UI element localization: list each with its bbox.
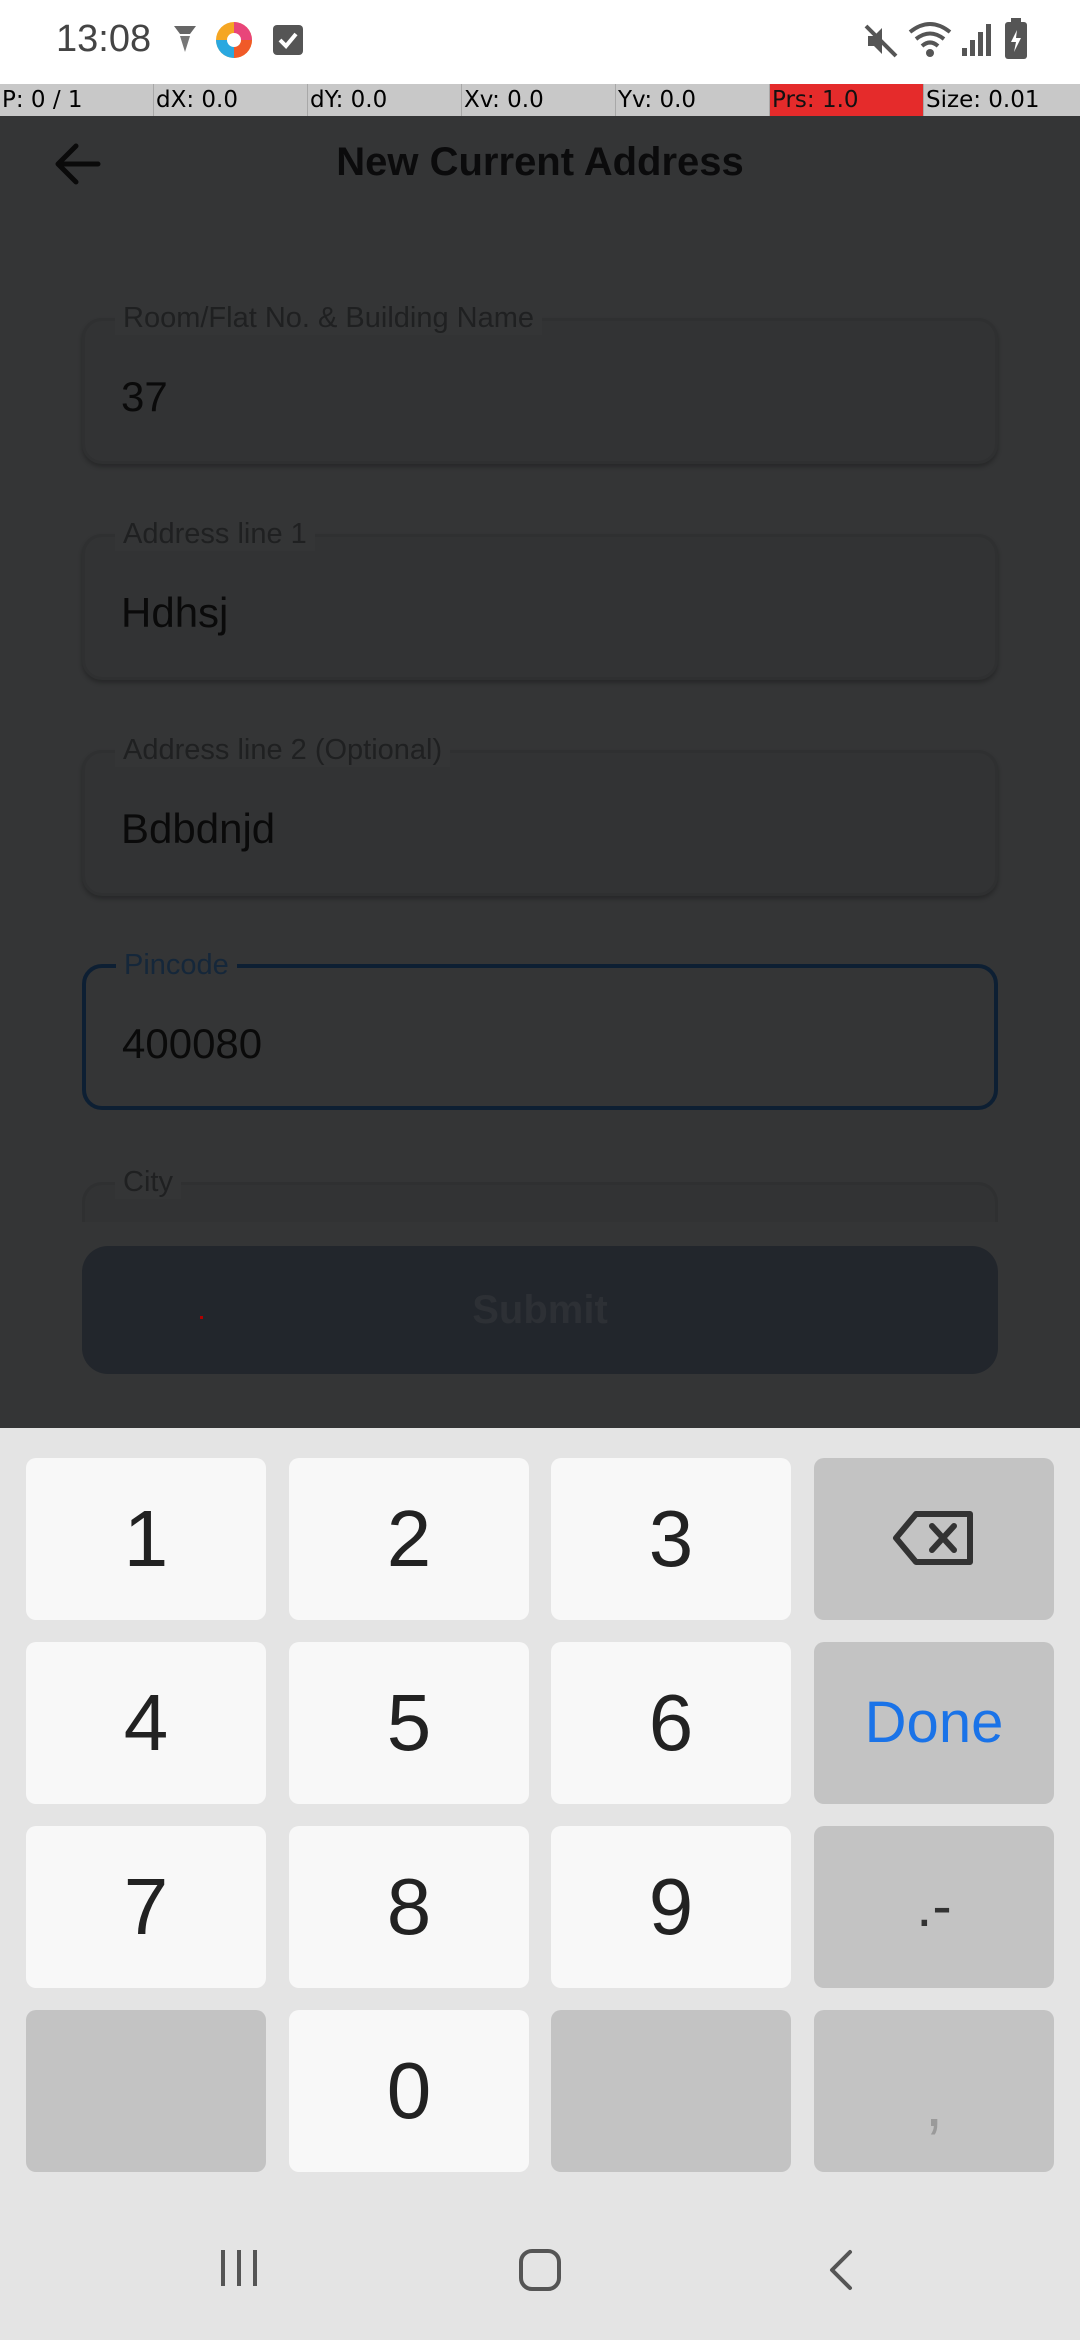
recent-apps-icon[interactable]: [218, 2248, 260, 2288]
pointer-size: Size: 0.01: [923, 84, 1080, 116]
city-label: City: [115, 1165, 181, 1199]
pointer-yv: Yv: 0.0: [615, 84, 769, 116]
backspace-icon: [893, 1511, 973, 1565]
drone-icon: [174, 26, 196, 52]
key-2[interactable]: 2: [289, 1458, 529, 1620]
building-field-value[interactable]: 37: [121, 373, 168, 421]
touch-indicator: [200, 1316, 203, 1319]
address-line2-value[interactable]: Bdbdnjd: [121, 805, 275, 853]
key-7[interactable]: 7: [26, 1826, 266, 1988]
wifi-icon: [908, 22, 952, 57]
color-wheel-icon: [216, 22, 252, 58]
comma-key[interactable]: ,: [814, 2010, 1054, 2172]
address-line1-label: Address line 1: [115, 517, 315, 551]
status-bar: 13:08: [0, 0, 1080, 84]
battery-icon: [1005, 18, 1027, 59]
pointer-dx: dX: 0.0: [153, 84, 307, 116]
key-4[interactable]: 4: [26, 1642, 266, 1804]
pointer-location-bar: P: 0 / 1 dX: 0.0 dY: 0.0 Xv: 0.0 Yv: 0.0…: [0, 84, 1080, 116]
pincode-label: Pincode: [116, 948, 237, 982]
submit-button[interactable]: Submit: [82, 1246, 998, 1374]
status-time: 13:08: [56, 18, 152, 60]
address-form-screen: New Current Address Room/Flat No. & Buil…: [0, 116, 1080, 1428]
done-key[interactable]: Done: [814, 1642, 1054, 1804]
checkbox-icon: [273, 25, 303, 55]
key-3[interactable]: 3: [551, 1458, 791, 1620]
key-5[interactable]: 5: [289, 1642, 529, 1804]
key-6[interactable]: 6: [551, 1642, 791, 1804]
building-field[interactable]: Room/Flat No. & Building Name 37: [82, 301, 998, 464]
pointer-pressure: Prs: 1.0: [769, 84, 923, 116]
key-8[interactable]: 8: [289, 1826, 529, 1988]
blank-key-right: [551, 2010, 791, 2172]
dot-dash-key[interactable]: .-: [814, 1826, 1054, 1988]
key-9[interactable]: 9: [551, 1826, 791, 1988]
pointer-dy: dY: 0.0: [307, 84, 461, 116]
home-icon[interactable]: [518, 2248, 562, 2292]
pointer-count: P: 0 / 1: [2, 87, 83, 113]
numeric-keyboard: 1 2 3 4 5 6 Done 7 8 9 .- 0 ,: [0, 1428, 1080, 2198]
address-line1-value[interactable]: Hdhsj: [121, 589, 228, 637]
backspace-key[interactable]: [814, 1458, 1054, 1620]
address-line1-field[interactable]: Address line 1 Hdhsj: [82, 517, 998, 680]
building-field-label: Room/Flat No. & Building Name: [115, 301, 542, 335]
key-0[interactable]: 0: [289, 2010, 529, 2172]
pincode-value[interactable]: 400080: [122, 1020, 262, 1068]
blank-key-left: [26, 2010, 266, 2172]
address-line2-label: Address line 2 (Optional): [115, 733, 451, 767]
submit-button-label: Submit: [472, 1288, 608, 1332]
pincode-field[interactable]: Pincode 400080: [82, 948, 998, 1110]
mute-icon: [864, 24, 898, 58]
navigation-bar: [0, 2198, 1080, 2340]
pointer-xv: Xv: 0.0: [461, 84, 615, 116]
city-field[interactable]: City: [82, 1165, 998, 1222]
key-1[interactable]: 1: [26, 1458, 266, 1620]
back-nav-icon[interactable]: [826, 2248, 856, 2292]
page-title: New Current Address: [336, 140, 744, 184]
signal-icon: [962, 24, 991, 56]
address-line2-field[interactable]: Address line 2 (Optional) Bdbdnjd: [82, 733, 998, 896]
